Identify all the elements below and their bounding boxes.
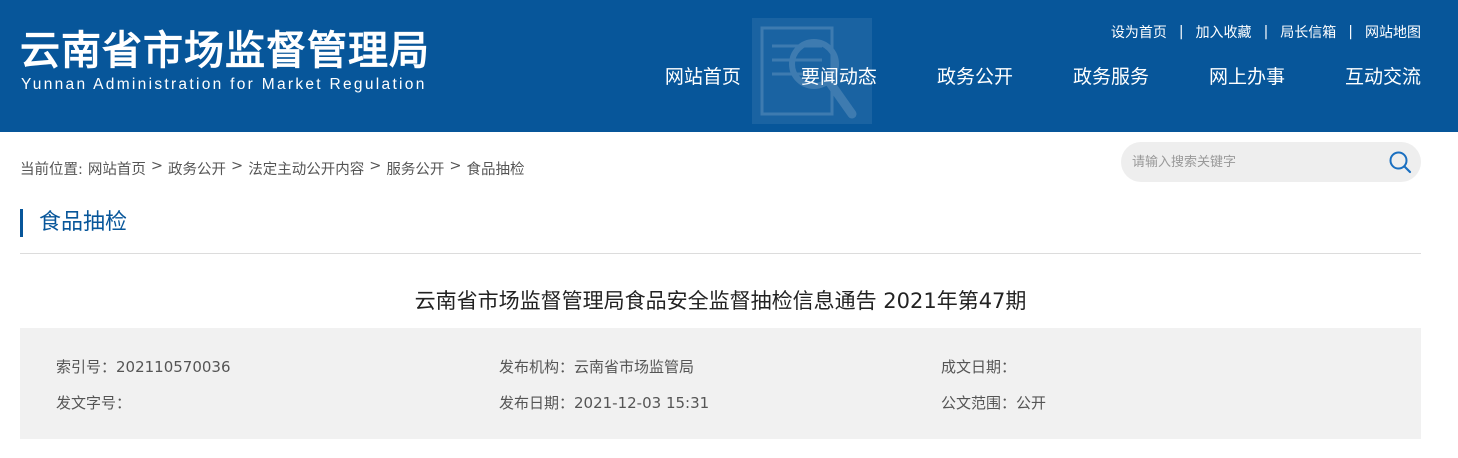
breadcrumb-separator: > xyxy=(150,158,164,174)
nav-news[interactable]: 要闻动态 xyxy=(801,62,877,89)
article-title: 云南省市场监督管理局食品安全监督抽检信息通告 2021年第47期 xyxy=(414,289,1027,313)
top-link-separator: | xyxy=(1348,24,1353,40)
search-input[interactable] xyxy=(1132,151,1377,173)
add-favorite-link[interactable]: 加入收藏 xyxy=(1196,22,1252,42)
breadcrumb-item-service-disclosure[interactable]: 服务公开 xyxy=(386,158,444,179)
set-homepage-link[interactable]: 设为首页 xyxy=(1111,22,1167,42)
section-title: 食品抽检 xyxy=(20,209,127,237)
search-icon[interactable] xyxy=(1387,149,1413,175)
breadcrumb-prefix: 当前位置: xyxy=(20,162,83,178)
site-title[interactable]: 云南省市场监督管理局 xyxy=(20,18,430,76)
meta-disclosure-scope: 公文范围：公开 xyxy=(941,394,1047,412)
director-mailbox-link[interactable]: 局长信箱 xyxy=(1280,22,1336,42)
breadcrumb-item-statutory-disclosure[interactable]: 法定主动公开内容 xyxy=(248,158,364,179)
breadcrumb-item-home[interactable]: 网站首页 xyxy=(88,158,146,179)
meta-written-date: 成文日期： xyxy=(941,358,1017,376)
nav-interaction[interactable]: 互动交流 xyxy=(1345,62,1421,89)
breadcrumb-separator: > xyxy=(231,158,244,174)
breadcrumb-item-food-inspection[interactable]: 食品抽检 xyxy=(467,158,525,179)
nav-home[interactable]: 网站首页 xyxy=(665,62,741,89)
breadcrumb: 当前位置: 网站首页 > 政务公开 > 法定主动公开内容 > 服务公开 > 食品… xyxy=(20,158,525,179)
document-meta-panel: 索引号：202110570036 发布机构：云南省市场监管局 成文日期： 发文字… xyxy=(20,328,1421,439)
meta-publish-date: 发布日期：2021-12-03 15:31 xyxy=(499,394,710,412)
breadcrumb-separator: > xyxy=(369,158,382,174)
meta-publisher: 发布机构：云南省市场监管局 xyxy=(499,358,695,376)
meta-document-number: 发文字号： xyxy=(56,394,132,412)
breadcrumb-item-government-affairs[interactable]: 政务公开 xyxy=(168,158,226,179)
site-title-english: Yunnan Administration for Market Regulat… xyxy=(21,76,427,93)
sitemap-link[interactable]: 网站地图 xyxy=(1365,22,1421,42)
main-nav: 网站首页 要闻动态 政务公开 政务服务 网上办事 互动交流 xyxy=(665,62,1421,89)
section-divider xyxy=(20,253,1421,254)
meta-index-number: 索引号：202110570036 xyxy=(56,358,231,376)
nav-government-services[interactable]: 政务服务 xyxy=(1073,62,1149,89)
site-header: 云南省市场监督管理局 Yunnan Administration for Mar… xyxy=(0,0,1458,132)
nav-online-services[interactable]: 网上办事 xyxy=(1209,62,1285,89)
top-links: 设为首页 | 加入收藏 | 局长信箱 | 网站地图 xyxy=(1111,22,1421,42)
top-link-separator: | xyxy=(1263,24,1269,40)
breadcrumb-separator: > xyxy=(449,158,462,174)
top-link-separator: | xyxy=(1178,24,1184,40)
search-box xyxy=(1121,142,1421,182)
nav-government-affairs[interactable]: 政务公开 xyxy=(937,62,1013,89)
